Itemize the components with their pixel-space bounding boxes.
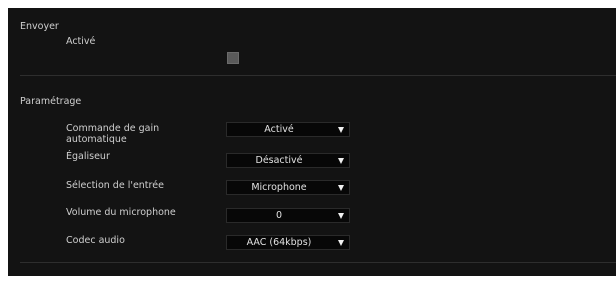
audio-settings-panel: Envoyer Activé Paramétrage Commande de g…: [8, 8, 616, 276]
bottom-divider: [20, 262, 616, 263]
chevron-down-icon: [338, 213, 344, 219]
mic-volume-select[interactable]: 0: [226, 208, 350, 223]
agc-select[interactable]: Activé: [226, 122, 350, 137]
input-selection-label: Sélection de l'entrée: [66, 180, 164, 191]
active-checkbox[interactable]: [227, 52, 239, 64]
audio-codec-label: Codec audio: [66, 235, 125, 246]
equalizer-value: Désactivé: [255, 155, 303, 166]
equalizer-select[interactable]: Désactivé: [226, 153, 350, 168]
section-divider: [20, 75, 616, 76]
chevron-down-icon: [338, 158, 344, 164]
chevron-down-icon: [338, 127, 344, 133]
mic-volume-value: 0: [275, 210, 283, 221]
equalizer-label: Égaliseur: [66, 151, 110, 162]
agc-label: Commande de gain automatique: [66, 123, 160, 145]
section-title-parametrage: Paramétrage: [20, 96, 82, 107]
audio-codec-value: AAC (64kbps): [246, 237, 312, 248]
agc-value: Activé: [264, 124, 294, 135]
mic-volume-label: Volume du microphone: [66, 207, 176, 218]
chevron-down-icon: [338, 185, 344, 191]
active-label: Activé: [66, 36, 96, 47]
chevron-down-icon: [338, 240, 344, 246]
input-selection-value: Microphone: [251, 182, 307, 193]
section-title-envoyer: Envoyer: [20, 21, 59, 32]
audio-codec-select[interactable]: AAC (64kbps): [226, 235, 350, 250]
input-selection-select[interactable]: Microphone: [226, 180, 350, 195]
